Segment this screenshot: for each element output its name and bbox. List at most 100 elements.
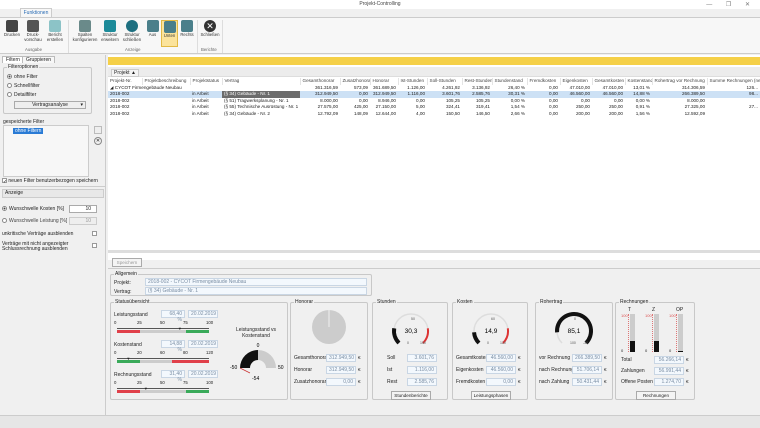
gauge-scale-label: 60 (491, 317, 495, 321)
detail-panel: Speichern Allgemein Projekt: 2018-002 - … (108, 256, 760, 416)
group-row[interactable]: ◢ CYCOT Firmengebäude Neubau 361.316,59 57… (108, 85, 760, 92)
value-field[interactable]: 312.949,50 (326, 366, 356, 374)
value-field[interactable]: 266.389,50 (572, 354, 602, 362)
value-field[interactable]: 0,00 (486, 378, 516, 386)
save-button[interactable]: Speichern (112, 258, 142, 267)
status-pct-field[interactable]: 31,40 % (161, 370, 185, 383)
delete-filter-icon[interactable]: ✕ (94, 137, 102, 145)
axis-line (117, 328, 209, 329)
currency-label: € (518, 379, 521, 384)
radio-label: ohne Filter (14, 74, 38, 80)
value-field[interactable]: 56.266,14 (654, 356, 684, 364)
splitter[interactable] (108, 250, 760, 253)
configure-columns-button[interactable]: Spalten konfigurieren (72, 20, 98, 42)
kosten-threshold-stepper[interactable]: 10 (69, 205, 97, 213)
kosten-report-button[interactable]: Leistungsphasen (471, 391, 511, 400)
group-cell: 0,00 (549, 84, 558, 90)
column-header[interactable]: Kostenstand (625, 78, 653, 85)
schlussrechnung-checkbox[interactable] (92, 243, 97, 248)
value-field[interactable]: 51.706,14 (572, 366, 602, 374)
column-header[interactable]: Rohertrag vor Rechnung (652, 78, 708, 85)
column-header[interactable]: Vertrag (222, 78, 301, 85)
column-header[interactable]: Fremdkosten (527, 78, 561, 85)
column-header[interactable]: Soll-Stunden (427, 78, 463, 85)
value-field[interactable]: 3.601,76 (407, 354, 437, 362)
table-row[interactable]: 2018-002 in Arbeit (§ 34) Gebäude - Nr. 2 1… (108, 111, 760, 118)
table-row[interactable]: 2018-002 in Arbeit (§ 55) Technische Ausrü… (108, 104, 760, 111)
chevron-down-icon: ▾ (80, 102, 83, 108)
print-preview-button[interactable]: Druck-vorschau (22, 20, 44, 42)
status-pct-field[interactable]: 68,40 % (161, 310, 185, 323)
view-off-button[interactable]: Aus (144, 20, 161, 38)
window-controls[interactable]: — ❐ ✕ (706, 1, 756, 8)
radio-leistung[interactable]: Wunschwelle Leistung [%] (2, 218, 67, 224)
tab-gruppieren[interactable]: Gruppieren (22, 56, 56, 63)
radio-detailfilter[interactable]: Detailfilter (7, 92, 36, 98)
status-date-field[interactable]: 20.02.2019 (188, 340, 218, 348)
column-header[interactable]: Zusatzhonorar (340, 78, 371, 85)
table-cell: 12.792,09 (317, 110, 338, 116)
value-field[interactable]: 1.116,00 (407, 366, 437, 374)
stunden-report-button[interactable]: Stundenberichte (391, 391, 431, 400)
column-header[interactable]: Stundenstand (492, 78, 528, 85)
radio-kosten[interactable]: Wunschwelle Kosten [%] (2, 206, 64, 212)
rechnungen-button[interactable]: Rechnungen (636, 391, 676, 400)
column-header[interactable]: Summe Rechnungen (net) (707, 78, 760, 85)
table-cell: 2018-002 (108, 91, 142, 98)
create-report-button[interactable]: Bericht erstellen (44, 20, 66, 42)
column-header[interactable]: Ist-Stunden (398, 78, 428, 85)
filter-dropdown[interactable]: Vertragsanalyse ▾ (14, 101, 86, 109)
vertrag-field[interactable]: (§ 34) Gebäude - Nr. 1 (145, 287, 367, 295)
projekt-field[interactable]: 2018-002 - CYCOT Firmengebäude Neubau (145, 278, 367, 286)
rohertrag-gauge-value: 85,1 (568, 328, 581, 335)
table-cell: 2018-002 (110, 110, 130, 116)
value-field[interactable]: 1.274,70 (654, 378, 684, 386)
value-field[interactable]: 50.431,44 (572, 378, 602, 386)
view-bottom-button[interactable]: Unten (161, 20, 178, 47)
column-header[interactable]: Projektstatus (190, 78, 223, 85)
saved-filter-item[interactable]: ohne Filtern (13, 128, 44, 134)
table-cell: 312.949,50 (370, 91, 398, 98)
value-label: vor Rechnung (539, 355, 571, 361)
radio-schnellfilter[interactable]: Schnellfilter (7, 83, 40, 89)
table-row[interactable]: 2018-002 in Arbeit (§ 51) Tragwerksplanung… (108, 98, 760, 105)
tab-filtern[interactable]: Filtern (2, 56, 24, 63)
expand-structure-button[interactable]: Struktur erweitern (99, 20, 121, 42)
column-header[interactable]: Eigenkosten (560, 78, 593, 85)
value-field[interactable]: 2.585,76 (407, 378, 437, 386)
value-field[interactable]: 46.560,00 (486, 354, 516, 362)
close-button[interactable]: ✕ Schließen (199, 20, 221, 38)
value-field[interactable]: 312.949,50 (326, 354, 356, 362)
anzeige-header[interactable]: Anzeige (2, 189, 104, 198)
save-new-filter-checkbox[interactable]: ✓ neuen Filter benutzerbezogen speichern (2, 178, 98, 185)
group-by-projekt[interactable]: Projekt ▲ (111, 69, 139, 77)
value-field[interactable]: 46.560,00 (486, 366, 516, 374)
group-label[interactable]: ◢ CYCOT Firmengebäude Neubau (108, 85, 300, 92)
table-cell: in Arbeit (192, 97, 209, 103)
unkritisch-checkbox[interactable] (92, 231, 97, 236)
saved-filters-list[interactable]: ohne Filtern (3, 125, 89, 177)
radio-ohne-filter[interactable]: ohne Filter (7, 74, 38, 80)
stunden-group: Stunden 30,3 0 50 150 Soll 3.601,76 Ist 1.116,00… (372, 300, 448, 400)
column-header[interactable]: Rest-Stunden (462, 78, 493, 85)
column-header[interactable]: Honorar (370, 78, 399, 85)
leistung-threshold-stepper[interactable]: 10 (69, 217, 97, 225)
column-header[interactable]: Projektbeschreibung (142, 78, 191, 85)
grid-icon (146, 20, 159, 32)
save-filter-icon[interactable] (94, 126, 102, 134)
collapse-structure-button[interactable]: Struktur schließen (121, 20, 143, 42)
status-date-field[interactable]: 20.02.2019 (188, 310, 218, 318)
status-date-field[interactable]: 20.02.2019 (188, 370, 218, 378)
column-header[interactable]: Gesamtkosten (592, 78, 626, 85)
column-header[interactable]: Gesamthonorar (300, 78, 341, 85)
status-pct-field[interactable]: 14,88 % (161, 340, 185, 353)
print-button[interactable]: Drucken (1, 20, 23, 38)
column-header[interactable]: Projekt-Nr. (108, 78, 143, 85)
table-row[interactable]: 2018-002 in Arbeit (§ 34) Gebäude - Nr. 13… (108, 91, 760, 98)
project-table: Projekt-Nr. Projektbeschreibung Projektsta… (108, 78, 760, 118)
value-field[interactable]: 56.991,44 (654, 367, 684, 375)
divider (68, 20, 69, 53)
value-field[interactable]: 0,00 (326, 378, 356, 386)
view-right-button[interactable]: Rechts (178, 20, 196, 38)
currency-label: € (604, 355, 607, 360)
